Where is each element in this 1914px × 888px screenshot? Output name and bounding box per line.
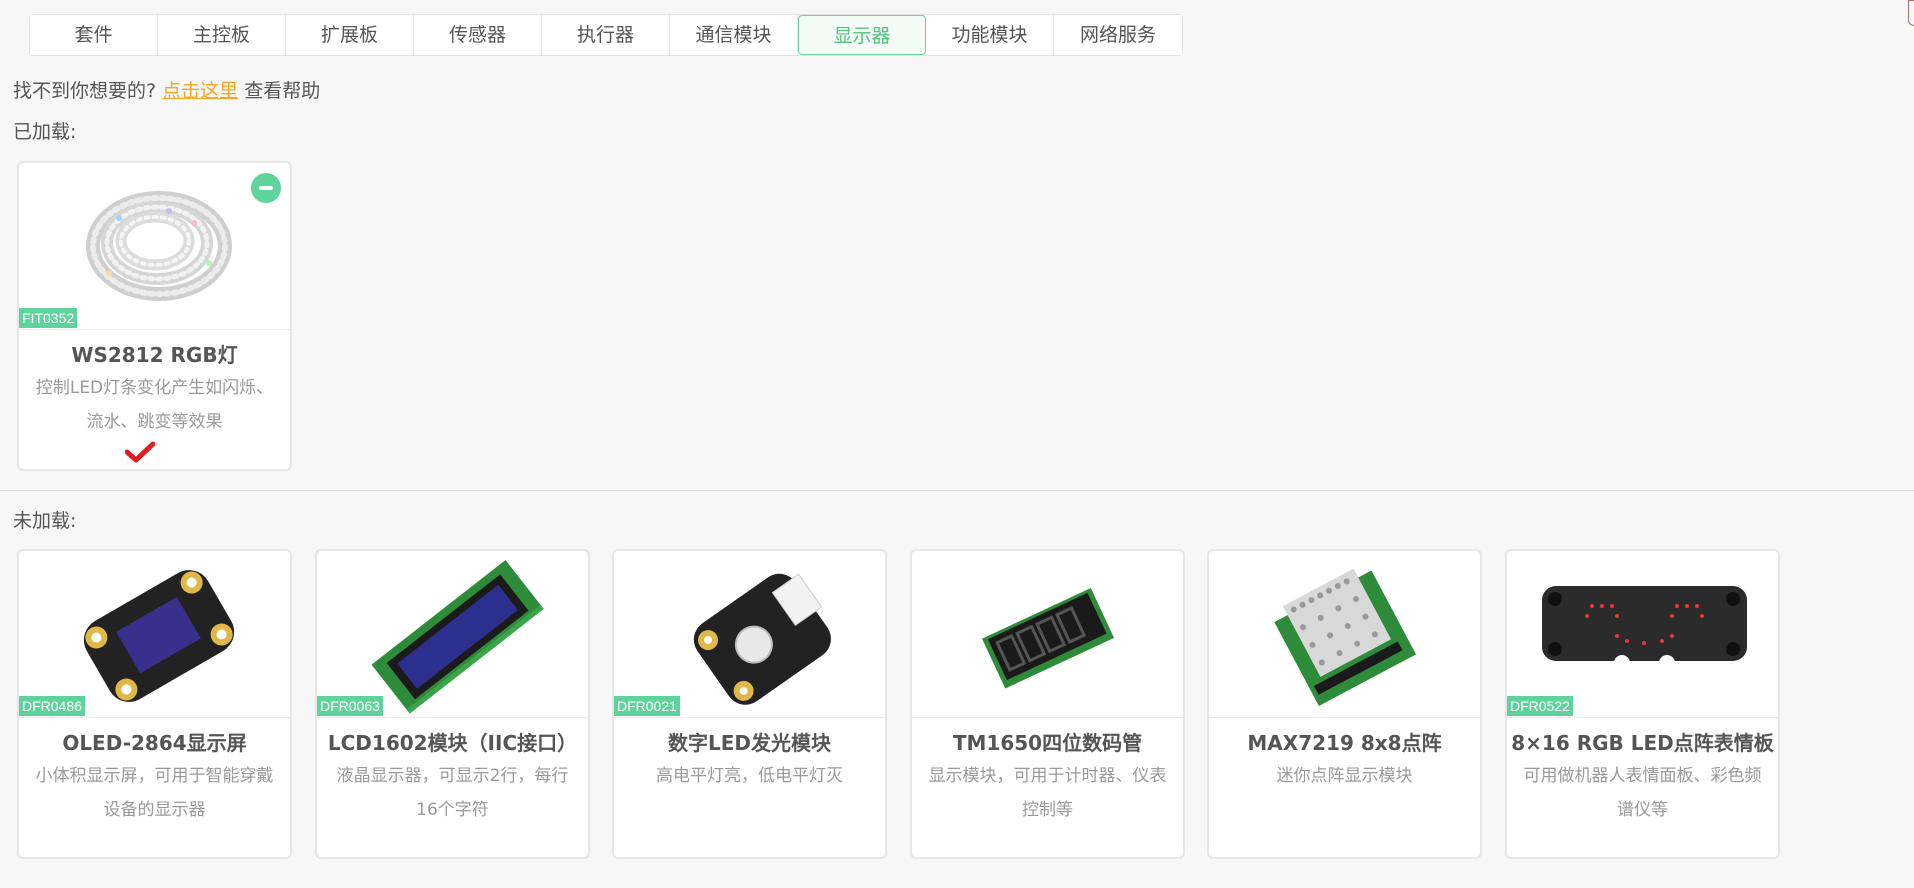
loaded-section-label: 已加载: — [13, 121, 77, 143]
product-image — [19, 163, 290, 330]
extension-card[interactable]: MAX7219 8x8点阵 迷你点阵显示模块 — [1207, 549, 1482, 859]
sku-badge: DFR0486 — [19, 696, 85, 716]
card-description: 迷你点阵显示模块 — [1276, 766, 1413, 786]
digital-led-module-image — [693, 573, 831, 705]
oled-display-image — [83, 570, 235, 702]
sku-badge: DFR0522 — [1507, 696, 1573, 716]
card-title: OLED-2864显示屏 — [62, 731, 247, 755]
product-image — [614, 551, 885, 718]
card-description: 小体积显示屏，可用于智能穿戴设备的显示器 — [35, 766, 274, 820]
help-prefix: 找不到你想要的? — [13, 80, 157, 102]
help-link[interactable]: 点击这里 — [162, 80, 238, 102]
extension-card[interactable]: FIT0352 WS2812 RGB灯 控制LED灯条变化产生如闪烁、流水、跳变… — [17, 161, 292, 471]
card-description: 可用做机器人表情面板、彩色频谱仪等 — [1523, 766, 1762, 820]
tab-display[interactable]: 显示器 — [798, 15, 926, 55]
card-title: TM1650四位数码管 — [952, 731, 1143, 755]
extension-card[interactable]: DFR0486 OLED-2864显示屏 小体积显示屏，可用于智能穿戴设备的显示… — [17, 549, 292, 859]
card-title: MAX7219 8x8点阵 — [1247, 731, 1442, 755]
lcd1602-image — [371, 560, 544, 714]
window-edge-mark — [1908, 0, 1914, 26]
sku-badge: DFR0021 — [614, 696, 680, 716]
product-image — [317, 551, 588, 718]
card-title: 数字LED发光模块 — [667, 731, 831, 755]
product-image — [19, 551, 290, 718]
sku-badge: FIT0352 — [19, 308, 78, 328]
remove-button[interactable] — [251, 173, 281, 203]
card-title: LCD1602模块（IIC接口） — [327, 731, 578, 755]
check-icon — [125, 441, 155, 463]
product-image — [912, 551, 1183, 718]
sku-badge: DFR0063 — [317, 696, 383, 716]
card-title: WS2812 RGB灯 — [71, 343, 238, 367]
extension-card[interactable]: TM1650四位数码管 显示模块，可用于计时器、仪表控制等 — [910, 549, 1185, 859]
unloaded-section-label: 未加载: — [13, 510, 77, 532]
help-suffix: 查看帮助 — [244, 80, 321, 102]
tab-communication[interactable]: 通信模块 — [670, 15, 798, 55]
extension-card[interactable]: DFR0063 LCD1602模块（IIC接口） 液晶显示器，可显示2行，每行1… — [315, 549, 590, 859]
dot-matrix-image — [1274, 568, 1417, 706]
tab-function-module[interactable]: 功能模块 — [926, 15, 1054, 55]
card-description: 高电平灯亮，低电平灯灭 — [656, 766, 843, 786]
led-matrix-face-image — [1542, 586, 1747, 671]
product-image — [1507, 551, 1778, 718]
led-strip-image — [86, 191, 232, 301]
card-description: 显示模块，可用于计时器、仪表控制等 — [928, 766, 1167, 820]
seven-segment-image — [982, 587, 1115, 689]
card-description: 控制LED灯条变化产生如闪烁、流水、跳变等效果 — [35, 378, 274, 432]
category-tabs: 套件 主控板 扩展板 传感器 执行器 通信模块 显示器 功能模块 网络服务 — [29, 14, 1183, 56]
extension-card[interactable]: DFR0021 数字LED发光模块 高电平灯亮，低电平灯灭 — [612, 549, 887, 859]
tab-sensor[interactable]: 传感器 — [414, 15, 542, 55]
tab-expansion-board[interactable]: 扩展板 — [286, 15, 414, 55]
card-description: 液晶显示器，可显示2行，每行16个字符 — [336, 766, 569, 820]
card-title: 8×16 RGB LED点阵表情板 — [1511, 731, 1774, 755]
help-text: 找不到你想要的? 点击这里 查看帮助 — [13, 76, 320, 103]
tab-network-service[interactable]: 网络服务 — [1054, 15, 1182, 55]
tab-actuator[interactable]: 执行器 — [542, 15, 670, 55]
tab-main-board[interactable]: 主控板 — [158, 15, 286, 55]
product-image — [1209, 551, 1480, 718]
tab-kit[interactable]: 套件 — [30, 15, 158, 55]
extension-card[interactable]: DFR0522 8×16 RGB LED点阵表情板 可用做机器人表情面板、彩色频… — [1505, 549, 1780, 859]
section-divider — [0, 490, 1914, 491]
